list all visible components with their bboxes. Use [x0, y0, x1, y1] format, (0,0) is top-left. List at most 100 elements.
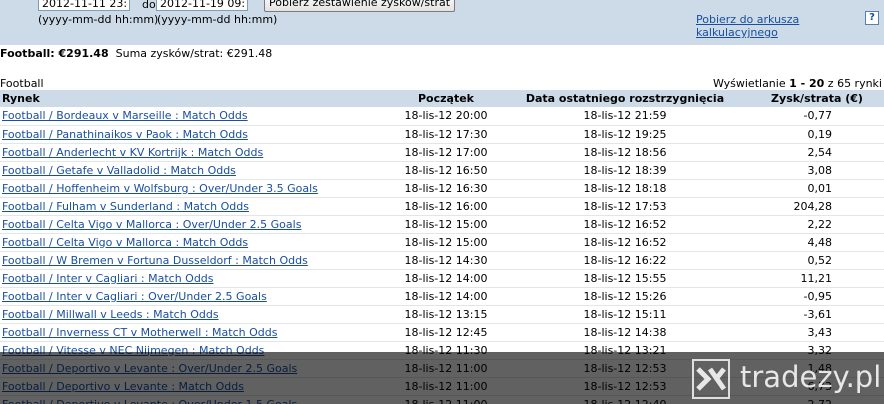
settled-cell: 18-lis-12 16:52 — [500, 215, 750, 234]
market-cell: Football / Inter v Cagliari : Match Odds — [0, 269, 392, 288]
settled-cell: 18-lis-12 19:25 — [500, 125, 750, 144]
start-cell: 18-lis-12 17:00 — [392, 143, 500, 162]
market-cell: Football / Anderlecht v KV Kortrijk : Ma… — [0, 143, 392, 162]
market-cell: Football / Celta Vigo v Mallorca : Over/… — [0, 215, 392, 234]
start-cell: 18-lis-12 14:00 — [392, 287, 500, 306]
settled-cell: 18-lis-12 17:53 — [500, 197, 750, 216]
profit-loss-cell: 2,54 — [750, 143, 884, 162]
market-cell: Football / Millwall v Leeds : Match Odds — [0, 305, 392, 324]
market-link[interactable]: Football / Fulham v Sunderland : Match O… — [2, 200, 249, 213]
paging-range: 1 - 20 — [789, 77, 825, 90]
start-cell: 18-lis-12 20:00 — [392, 107, 500, 126]
market-cell: Football / Inter v Cagliari : Over/Under… — [0, 287, 392, 306]
market-cell: Football / Celta Vigo v Mallorca : Match… — [0, 233, 392, 252]
table-row: Football / Bordeaux v Marseille : Match … — [0, 107, 884, 126]
watermark: tradezy.pl — [688, 352, 884, 404]
table-row: Football / W Bremen v Fortuna Dusseldorf… — [0, 251, 884, 270]
market-link[interactable]: Football / Inter v Cagliari : Over/Under… — [2, 290, 267, 303]
settled-cell: 18-lis-12 14:38 — [500, 323, 750, 342]
get-pl-statement-button[interactable]: Pobierz zestawienie zysków/strat — [264, 0, 456, 12]
export-spreadsheet-link[interactable]: Pobierz do arkusza kalkulacyjnego — [696, 13, 884, 39]
pl-summary: Football: €291.48 Suma zysków/strat: €29… — [0, 47, 272, 60]
table-row: Football / Getafe v Valladolid : Match O… — [0, 161, 884, 180]
market-cell: Football / Bordeaux v Marseille : Match … — [0, 107, 392, 126]
table-header-row: Rynek Początek Data ostatniego rozstrzyg… — [0, 90, 884, 107]
watermark-text: tradezy.pl — [740, 360, 882, 394]
header-settled[interactable]: Data ostatniego rozstrzygnięcia — [500, 90, 750, 107]
date-to-label: do — [142, 0, 156, 11]
profit-loss-cell: 2,22 — [750, 215, 884, 234]
profit-loss-cell: 0,52 — [750, 251, 884, 270]
start-cell: 18-lis-12 14:00 — [392, 269, 500, 288]
market-link[interactable]: Football / W Bremen v Fortuna Dusseldorf… — [2, 254, 308, 267]
header-market[interactable]: Rynek — [0, 90, 392, 107]
table-row: Football / Inter v Cagliari : Over/Under… — [0, 287, 884, 306]
table-row: Football / Celta Vigo v Mallorca : Match… — [0, 233, 884, 252]
start-cell: 18-lis-12 12:45 — [392, 323, 500, 342]
settled-cell: 18-lis-12 16:22 — [500, 251, 750, 270]
market-link[interactable]: Football / Inverness CT v Motherwell : M… — [2, 326, 277, 339]
date-from-format-hint: (yyyy-mm-dd hh:mm) — [38, 13, 159, 26]
paging-info: Wyświetlanie 1 - 20 z 65 rynki — [713, 77, 882, 90]
settled-cell: 18-lis-12 15:26 — [500, 287, 750, 306]
market-cell: Football / Hoffenheim v Wolfsburg : Over… — [0, 179, 392, 198]
date-from-input[interactable] — [38, 0, 130, 11]
profit-loss-cell: 0,01 — [750, 179, 884, 198]
market-cell: Football / Fulham v Sunderland : Match O… — [0, 197, 392, 216]
start-cell: 18-lis-12 16:00 — [392, 197, 500, 216]
profit-loss-cell: 3,43 — [750, 323, 884, 342]
market-link[interactable]: Football / Bordeaux v Marseille : Match … — [2, 109, 248, 122]
start-cell: 18-lis-12 14:30 — [392, 251, 500, 270]
market-link[interactable]: Football / Celta Vigo v Mallorca : Over/… — [2, 218, 301, 231]
profit-loss-cell: 0,19 — [750, 125, 884, 144]
profit-loss-cell: 4,48 — [750, 233, 884, 252]
market-cell: Football / W Bremen v Fortuna Dusseldorf… — [0, 251, 392, 270]
table-row: Football / Inverness CT v Motherwell : M… — [0, 323, 884, 342]
market-link[interactable]: Football / Anderlecht v KV Kortrijk : Ma… — [2, 146, 263, 159]
market-cell: Football / Panathinaikos v Paok : Match … — [0, 125, 392, 144]
start-cell: 18-lis-12 16:30 — [392, 179, 500, 198]
market-link[interactable]: Football / Getafe v Valladolid : Match O… — [2, 164, 236, 177]
market-link[interactable]: Football / Inter v Cagliari : Match Odds — [2, 272, 214, 285]
summary-total-label: Football: €291.48 — [0, 47, 109, 60]
settled-cell: 18-lis-12 18:56 — [500, 143, 750, 162]
start-cell: 18-lis-12 16:50 — [392, 161, 500, 180]
profit-loss-cell: -3,61 — [750, 305, 884, 324]
date-to-format-hint: (yyyy-mm-dd hh:mm) — [157, 13, 278, 26]
market-link[interactable]: Football / Millwall v Leeds : Match Odds — [2, 308, 219, 321]
settled-cell: 18-lis-12 16:52 — [500, 233, 750, 252]
start-cell: 18-lis-12 17:30 — [392, 125, 500, 144]
table-row: Football / Inter v Cagliari : Match Odds… — [0, 269, 884, 288]
table-row: Football / Fulham v Sunderland : Match O… — [0, 197, 884, 216]
profit-loss-cell: 3,08 — [750, 161, 884, 180]
settled-cell: 18-lis-12 21:59 — [500, 107, 750, 126]
settled-cell: 18-lis-12 15:55 — [500, 269, 750, 288]
market-link[interactable]: Football / Panathinaikos v Paok : Match … — [2, 128, 248, 141]
summary-sum-text: Suma zysków/strat: €291.48 — [115, 47, 273, 60]
market-link[interactable]: Football / Hoffenheim v Wolfsburg : Over… — [2, 182, 318, 195]
date-filter-bar: do (yyyy-mm-dd hh:mm) (yyyy-mm-dd hh:mm)… — [0, 0, 884, 45]
section-title: Football — [0, 77, 44, 90]
profit-loss-cell: -0,95 — [750, 287, 884, 306]
profit-loss-cell: 11,21 — [750, 269, 884, 288]
market-link[interactable]: Football / Celta Vigo v Mallorca : Match… — [2, 236, 248, 249]
profit-loss-cell: -0,77 — [750, 107, 884, 126]
market-cell: Football / Inverness CT v Motherwell : M… — [0, 323, 392, 342]
settled-cell: 18-lis-12 18:39 — [500, 161, 750, 180]
profit-loss-cell: 204,28 — [750, 197, 884, 216]
start-cell: 18-lis-12 15:00 — [392, 215, 500, 234]
settled-cell: 18-lis-12 18:18 — [500, 179, 750, 198]
table-row: Football / Celta Vigo v Mallorca : Over/… — [0, 215, 884, 234]
start-cell: 18-lis-12 13:15 — [392, 305, 500, 324]
market-cell: Football / Getafe v Valladolid : Match O… — [0, 161, 392, 180]
paging-prefix: Wyświetlanie — [712, 77, 790, 90]
start-cell: 18-lis-12 15:00 — [392, 233, 500, 252]
help-icon[interactable]: ? — [865, 11, 879, 25]
header-profit-loss[interactable]: Zysk/strata (€) — [750, 90, 884, 107]
table-row: Football / Panathinaikos v Paok : Match … — [0, 125, 884, 144]
tradezy-logo-icon — [692, 359, 730, 399]
table-row: Football / Anderlecht v KV Kortrijk : Ma… — [0, 143, 884, 162]
header-start[interactable]: Początek — [392, 90, 500, 107]
date-to-input[interactable] — [156, 0, 248, 11]
paging-suffix: z 65 rynki — [824, 77, 882, 90]
